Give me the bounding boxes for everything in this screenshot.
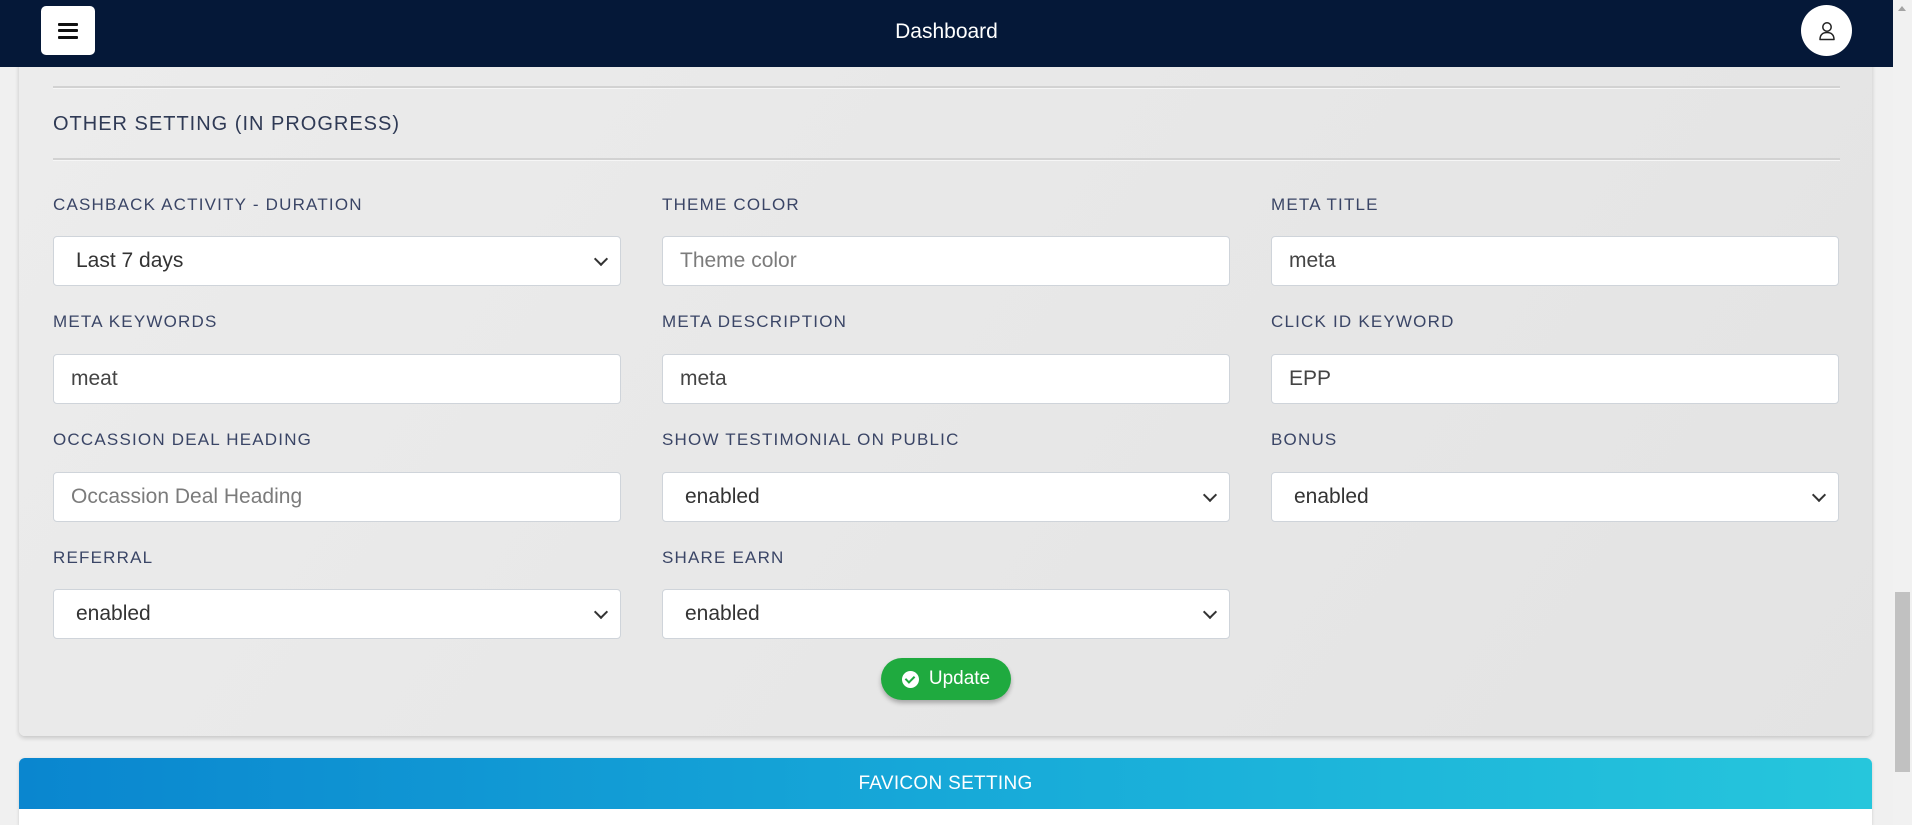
update-button-label: Update [928,668,991,689]
click-id-keyword-input[interactable] [1271,354,1839,404]
meta-keywords-label: META KEYWORDS [53,312,218,331]
cashback-duration-select[interactable]: Last 7 days [53,236,621,286]
show-testimonial-value: enabled [685,485,760,508]
meta-title-input[interactable] [1271,236,1839,286]
click-id-keyword-label: CLICK ID KEYWORD [1271,312,1455,331]
meta-description-label: META DESCRIPTION [662,312,848,331]
chevron-down-icon [1202,487,1218,503]
update-button[interactable]: Update [881,658,1011,700]
scroll-up-arrow-icon[interactable] [1893,0,1912,17]
referral-label: REFERRAL [53,548,154,567]
cashback-duration-label: CASHBACK ACTIVITY - DURATION [53,195,363,214]
check-circle-icon [901,670,919,688]
user-icon [1818,21,1835,40]
favicon-setting-card: FAVICON SETTING [19,758,1872,825]
referral-select[interactable]: enabled [53,589,621,639]
page-title: Dashboard [895,20,998,43]
occassion-deal-heading-label: OCCASSION DEAL HEADING [53,430,313,449]
occassion-deal-heading-input[interactable] [53,472,621,522]
meta-description-input[interactable] [662,354,1230,404]
theme-color-label: THEME COLOR [662,195,800,214]
meta-title-label: META TITLE [1271,195,1379,214]
bonus-label: BONUS [1271,430,1338,449]
section-divider-bottom [53,158,1840,161]
bonus-select[interactable]: enabled [1271,472,1839,522]
bonus-value: enabled [1294,485,1369,508]
chevron-down-icon [1202,604,1218,620]
share-earn-label: SHARE EARN [662,548,785,567]
share-earn-value: enabled [685,602,760,625]
chevron-down-icon [1811,487,1827,503]
theme-color-input[interactable] [662,236,1230,286]
user-profile-button[interactable] [1801,5,1852,56]
top-navbar: Dashboard [0,0,1893,67]
show-testimonial-label: SHOW TESTIMONIAL ON PUBLIC [662,430,960,449]
favicon-setting-header: FAVICON SETTING [19,758,1872,809]
referral-value: enabled [76,602,151,625]
section-divider-top [53,86,1840,89]
section-title: OTHER SETTING (IN PROGRESS) [53,113,401,135]
cashback-duration-value: Last 7 days [76,249,184,272]
share-earn-select[interactable]: enabled [662,589,1230,639]
chevron-down-icon [593,251,609,267]
favicon-setting-title: FAVICON SETTING [858,772,1033,794]
chevron-down-icon [593,604,609,620]
show-testimonial-select[interactable]: enabled [662,472,1230,522]
meta-keywords-input[interactable] [53,354,621,404]
page-scrollbar[interactable] [1893,0,1912,825]
scrollbar-thumb[interactable] [1895,592,1910,772]
